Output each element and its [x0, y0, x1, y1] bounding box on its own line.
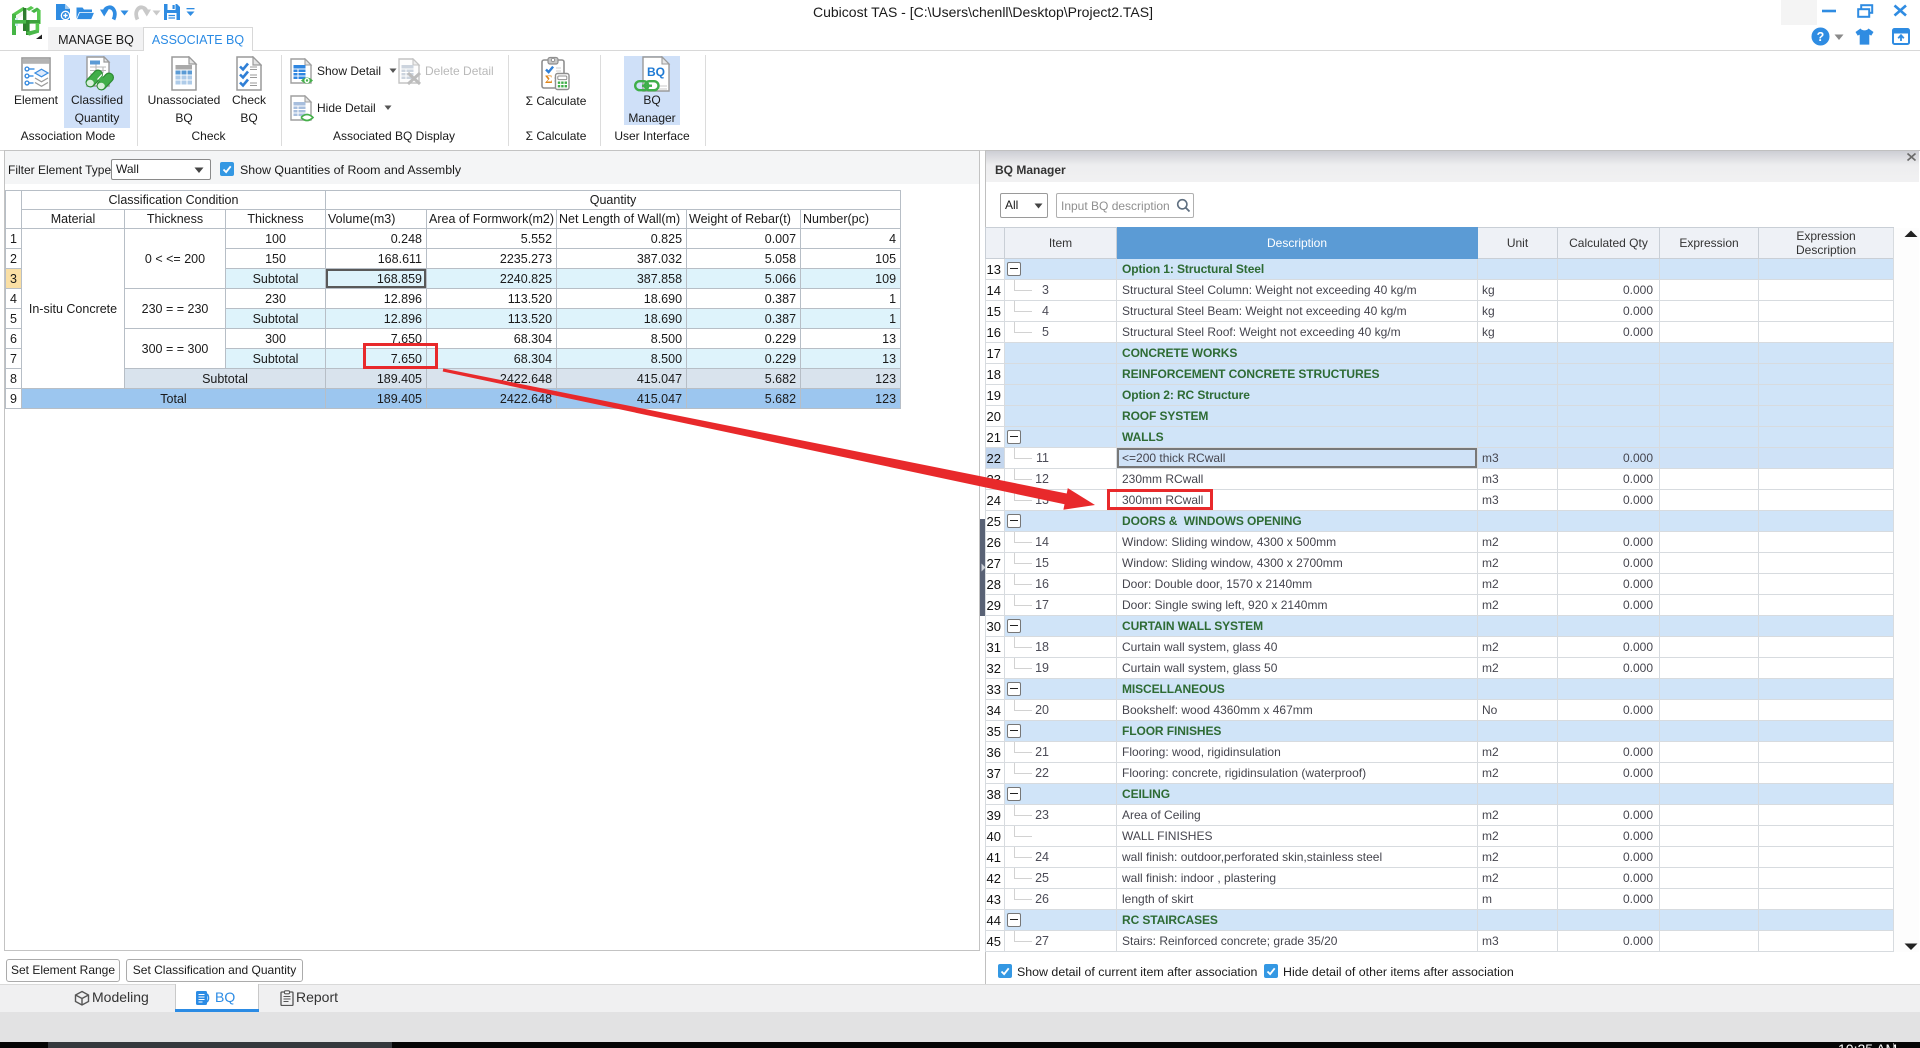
svg-text:Σ: Σ [545, 74, 553, 86]
svg-text:?: ? [1817, 30, 1825, 44]
svg-text:BQ: BQ [647, 65, 665, 79]
